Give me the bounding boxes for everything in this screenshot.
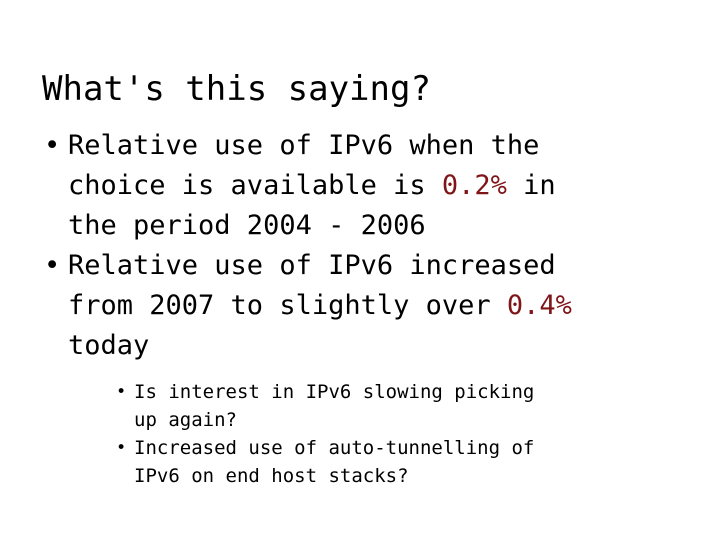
- sub-bullet-line: IPv6 on end host stacks?: [134, 462, 706, 490]
- sub-bullet-line-text: Is interest in IPv6 slowing picking: [134, 381, 535, 403]
- bullet-marker-icon: •: [116, 438, 127, 458]
- sub-list-item: • Is interest in IPv6 slowing picking up…: [114, 378, 706, 434]
- highlight-value: 0.2%: [441, 170, 507, 201]
- slide-body: • Relative use of IPv6 when the choice i…: [40, 126, 706, 490]
- sub-bullet-line: up again?: [134, 406, 706, 434]
- bullet-line-text: Relative use of IPv6 when the: [68, 130, 540, 161]
- bullet-line-text: the period 2004 - 2006: [68, 210, 426, 241]
- bullet-line-text: choice is available is: [68, 170, 442, 201]
- bullet-marker-icon: •: [116, 382, 127, 402]
- bullet-line: Relative use of IPv6 when the: [68, 126, 706, 166]
- sub-bullet-list: • Is interest in IPv6 slowing picking up…: [114, 378, 706, 490]
- highlight-value: 0.4%: [506, 290, 572, 321]
- bullet-line: choice is available is 0.2% in: [68, 166, 706, 206]
- bullet-line: the period 2004 - 2006: [68, 206, 706, 246]
- bullet-line: today: [68, 326, 706, 366]
- list-item: • Relative use of IPv6 when the choice i…: [40, 126, 706, 246]
- sub-bullet-line: Increased use of auto-tunnelling of: [134, 434, 706, 462]
- sub-list-item: • Increased use of auto-tunnelling of IP…: [114, 434, 706, 490]
- page-title: What's this saying?: [42, 68, 431, 109]
- bullet-line-text: Relative use of IPv6 increased: [68, 250, 556, 281]
- bullet-line: from 2007 to slightly over 0.4%: [68, 286, 706, 326]
- bullet-line-text-post: in: [506, 170, 556, 201]
- bullet-line-text: from 2007 to slightly over: [68, 290, 507, 321]
- bullet-line: Relative use of IPv6 increased: [68, 246, 706, 286]
- sub-bullet-line-text: up again?: [134, 409, 237, 431]
- slide-canvas: What's this saying? • Relative use of IP…: [0, 0, 720, 540]
- sub-bullet-line-text: Increased use of auto-tunnelling of: [134, 437, 535, 459]
- bullet-line-text: today: [68, 330, 150, 361]
- bullet-marker-icon: •: [44, 250, 61, 281]
- list-item: • Relative use of IPv6 increased from 20…: [40, 246, 706, 366]
- sub-bullet-line: Is interest in IPv6 slowing picking: [134, 378, 706, 406]
- sub-bullet-line-text: IPv6 on end host stacks?: [134, 465, 409, 487]
- bullet-marker-icon: •: [44, 130, 61, 161]
